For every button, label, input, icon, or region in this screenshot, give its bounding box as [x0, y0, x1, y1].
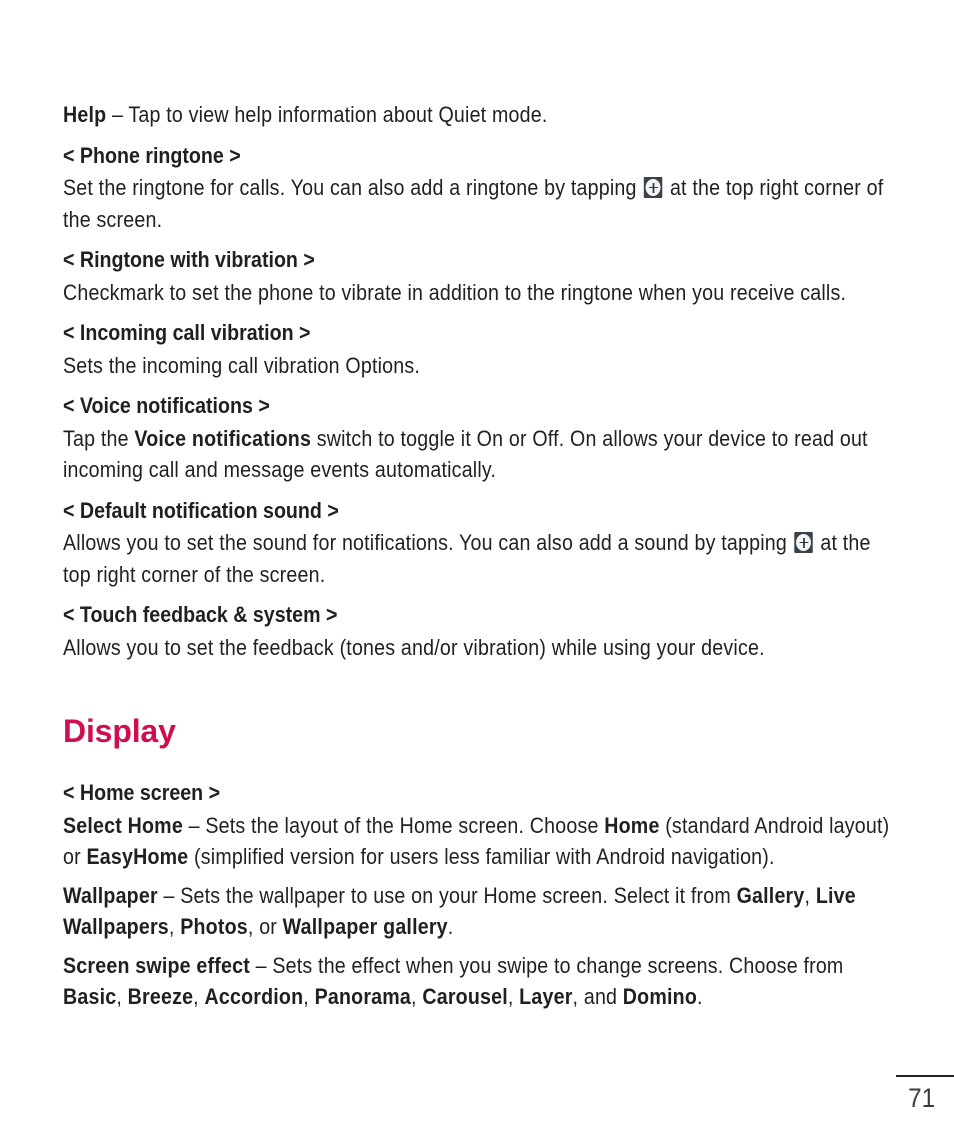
body-voice-notifications: Tap the Voice notifications switch to to… — [63, 423, 897, 486]
swipe-part6: , — [507, 984, 520, 1009]
body-select-home: Select Home – Sets the layout of the Hom… — [63, 810, 897, 873]
plus-icon — [644, 177, 663, 198]
wallpaper-bold4: Wallpaper gallery — [282, 914, 448, 939]
heading-incoming-call-vibration: < Incoming call vibration > — [63, 320, 311, 345]
plus-icon-disc — [645, 179, 661, 196]
heading-home-screen: < Home screen > — [63, 780, 221, 805]
swipe-bold6: Layer — [519, 984, 573, 1009]
body-ringtone-with-vibration: Checkmark to set the phone to vibrate in… — [63, 279, 847, 305]
swipe-bold1: Basic — [63, 984, 117, 1009]
wallpaper-part3: , — [168, 914, 181, 939]
wallpaper-part5: . — [447, 914, 454, 939]
select-home-bold1: Home — [604, 812, 660, 838]
help-paragraph: Help – Tap to view help information abou… — [63, 99, 897, 131]
body-touch-feedback-system: Allows you to set the feedback (tones an… — [63, 634, 765, 660]
wallpaper-part2: , — [804, 882, 816, 908]
swipe-part4: , — [303, 984, 315, 1009]
swipe-bold7: Domino — [622, 984, 698, 1009]
page-number: 71 — [908, 1083, 936, 1113]
select-home-part1: – Sets the layout of the Home screen. Ch… — [182, 812, 605, 838]
plus-icon-disc — [796, 534, 812, 551]
swipe-bold3: Accordion — [204, 984, 304, 1009]
swipe-bold4: Panorama — [314, 984, 412, 1009]
wallpaper-bold3: Photos — [180, 914, 248, 939]
wallpaper-part1: – Sets the wallpaper to use on your Home… — [157, 882, 737, 908]
swipe-part1: – Sets the effect when you swipe to chan… — [249, 952, 844, 978]
body-text-bold: Voice notifications — [134, 425, 312, 451]
heading-default-notification-sound: < Default notification sound > — [63, 497, 339, 523]
swipe-bold5: Carousel — [422, 984, 508, 1009]
term-wallpaper: Wallpaper — [63, 882, 158, 908]
page-content: Help – Tap to view help information abou… — [63, 99, 897, 1020]
swipe-part7: , and — [572, 984, 623, 1009]
body-incoming-call-vibration: Sets the incoming call vibration Options… — [63, 352, 421, 378]
select-home-part3: (simplified version for users less famil… — [188, 844, 775, 869]
body-text-pre: Allows you to set the sound for notifica… — [63, 530, 793, 555]
body-screen-swipe-effect: Screen swipe effect – Sets the effect wh… — [63, 950, 897, 1013]
swipe-bold2: Breeze — [127, 984, 194, 1009]
title-spacer — [63, 750, 897, 768]
swipe-part8: . — [697, 984, 703, 1009]
help-text: Tap to view help information about Quiet… — [128, 102, 548, 127]
footer-divider — [896, 1075, 954, 1077]
heading-phone-ringtone: < Phone ringtone > — [63, 142, 241, 168]
swipe-part3: , — [193, 984, 205, 1009]
plus-icon — [794, 532, 813, 553]
heading-ringtone-with-vibration: < Ringtone with vibration > — [63, 247, 315, 272]
help-term: Help — [63, 102, 107, 127]
term-screen-swipe-effect: Screen swipe effect — [63, 952, 250, 978]
wallpaper-part4: , or — [247, 914, 283, 939]
body-default-notification-sound: Allows you to set the sound for notifica… — [63, 527, 897, 590]
swipe-part2: , — [116, 984, 128, 1009]
swipe-part5: , — [411, 984, 423, 1009]
heading-touch-feedback-system: < Touch feedback & system > — [63, 602, 338, 627]
heading-voice-notifications: < Voice notifications > — [63, 393, 270, 418]
body-text-pre: Set the ringtone for calls. You can also… — [63, 175, 643, 200]
body-phone-ringtone: Set the ringtone for calls. You can also… — [63, 172, 897, 235]
page-title-display: Display — [63, 713, 176, 749]
body-wallpaper: Wallpaper – Sets the wallpaper to use on… — [63, 880, 897, 943]
wallpaper-bold1: Gallery — [736, 882, 805, 908]
select-home-bold2: EasyHome — [86, 844, 189, 869]
body-text-pre: Tap the — [63, 425, 135, 451]
term-select-home: Select Home — [63, 812, 183, 838]
help-dash: – — [106, 102, 129, 127]
page-footer: 71 — [0, 1055, 954, 1145]
